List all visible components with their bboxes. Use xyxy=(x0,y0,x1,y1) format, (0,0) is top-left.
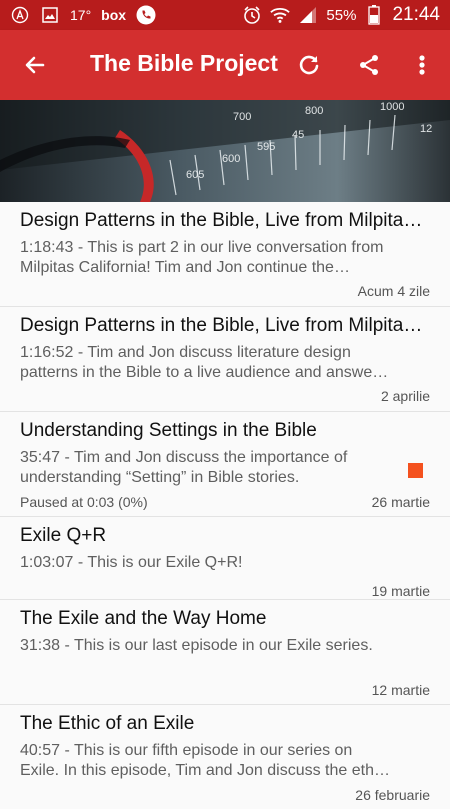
podcast-header-image: 700 800 1000 12 605 600 595 45 xyxy=(0,100,450,202)
status-bar: 17° box 55% 21:44 xyxy=(0,0,450,30)
battery-percent: 55% xyxy=(326,6,357,24)
dial-number: 600 xyxy=(222,153,240,165)
episode-description: 1:18:43 - This is part 2 in our live con… xyxy=(20,239,384,276)
dial-number: 1000 xyxy=(380,101,404,113)
dial-number: 800 xyxy=(305,105,323,117)
episode-date: 19 martie xyxy=(371,583,430,599)
stop-icon[interactable] xyxy=(408,463,423,478)
episode-description: 35:47 - Tim and Jon discuss the importan… xyxy=(20,449,348,486)
refresh-icon[interactable] xyxy=(292,48,326,82)
dial-number: 700 xyxy=(233,111,251,123)
box-app-text: box xyxy=(101,7,127,23)
episode-item[interactable]: Exile Q+R 1:03:07 - This is our Exile Q+… xyxy=(0,517,450,600)
episode-description: 40:57 - This is our fifth episode in our… xyxy=(20,742,386,779)
more-vert-icon[interactable] xyxy=(405,48,439,82)
episode-item[interactable]: The Exile and the Way Home 31:38 - This … xyxy=(0,600,450,705)
episode-title: Design Patterns in the Bible, Live from … xyxy=(20,210,424,231)
episode-description: 1:16:52 - Tim and Jon discuss literature… xyxy=(20,344,378,381)
signal-icon xyxy=(298,5,318,25)
dial-number: 12 xyxy=(420,123,432,135)
episode-date: 12 martie xyxy=(371,682,430,698)
gallery-icon xyxy=(40,5,60,25)
episode-date: 26 februarie xyxy=(355,787,430,803)
phone-call-icon xyxy=(136,5,156,25)
episode-title: Exile Q+R xyxy=(20,525,107,546)
page-title: The Bible Project xyxy=(90,50,278,76)
episode-item[interactable]: Design Patterns in the Bible, Live from … xyxy=(0,202,450,307)
episode-title: Design Patterns in the Bible, Live from … xyxy=(20,315,424,336)
episode-date: Acum 4 zile xyxy=(357,283,430,299)
app-bar: The Bible Project xyxy=(0,30,450,100)
episode-item[interactable]: Understanding Settings in the Bible 35:4… xyxy=(0,412,450,517)
episode-description: 1:03:07 - This is our Exile Q+R! xyxy=(20,554,243,571)
dial-number: 605 xyxy=(186,169,204,181)
dial-number: 595 xyxy=(257,141,275,153)
episode-item[interactable]: The Ethic of an Exile 40:57 - This is ou… xyxy=(0,705,450,809)
paused-status: Paused at 0:03 (0%) xyxy=(20,494,148,510)
dial-number: 45 xyxy=(292,129,304,141)
app-notification-icon xyxy=(10,5,30,25)
episode-title: Understanding Settings in the Bible xyxy=(20,420,317,441)
episode-title: The Exile and the Way Home xyxy=(20,608,267,629)
episode-date: 2 aprilie xyxy=(380,388,430,404)
episode-item[interactable]: Design Patterns in the Bible, Live from … xyxy=(0,307,450,412)
episode-date: 26 martie xyxy=(371,494,430,510)
share-icon[interactable] xyxy=(352,48,386,82)
episode-title: The Ethic of an Exile xyxy=(20,713,195,734)
wifi-icon xyxy=(270,5,291,25)
back-arrow-icon[interactable] xyxy=(18,48,52,82)
episode-description: 31:38 - This is our last episode in our … xyxy=(20,637,373,654)
alarm-icon xyxy=(242,5,262,25)
temperature-text: 17° xyxy=(70,7,92,23)
clock-time: 21:44 xyxy=(392,4,440,25)
battery-icon xyxy=(364,5,384,25)
episode-list: Design Patterns in the Bible, Live from … xyxy=(0,202,450,809)
